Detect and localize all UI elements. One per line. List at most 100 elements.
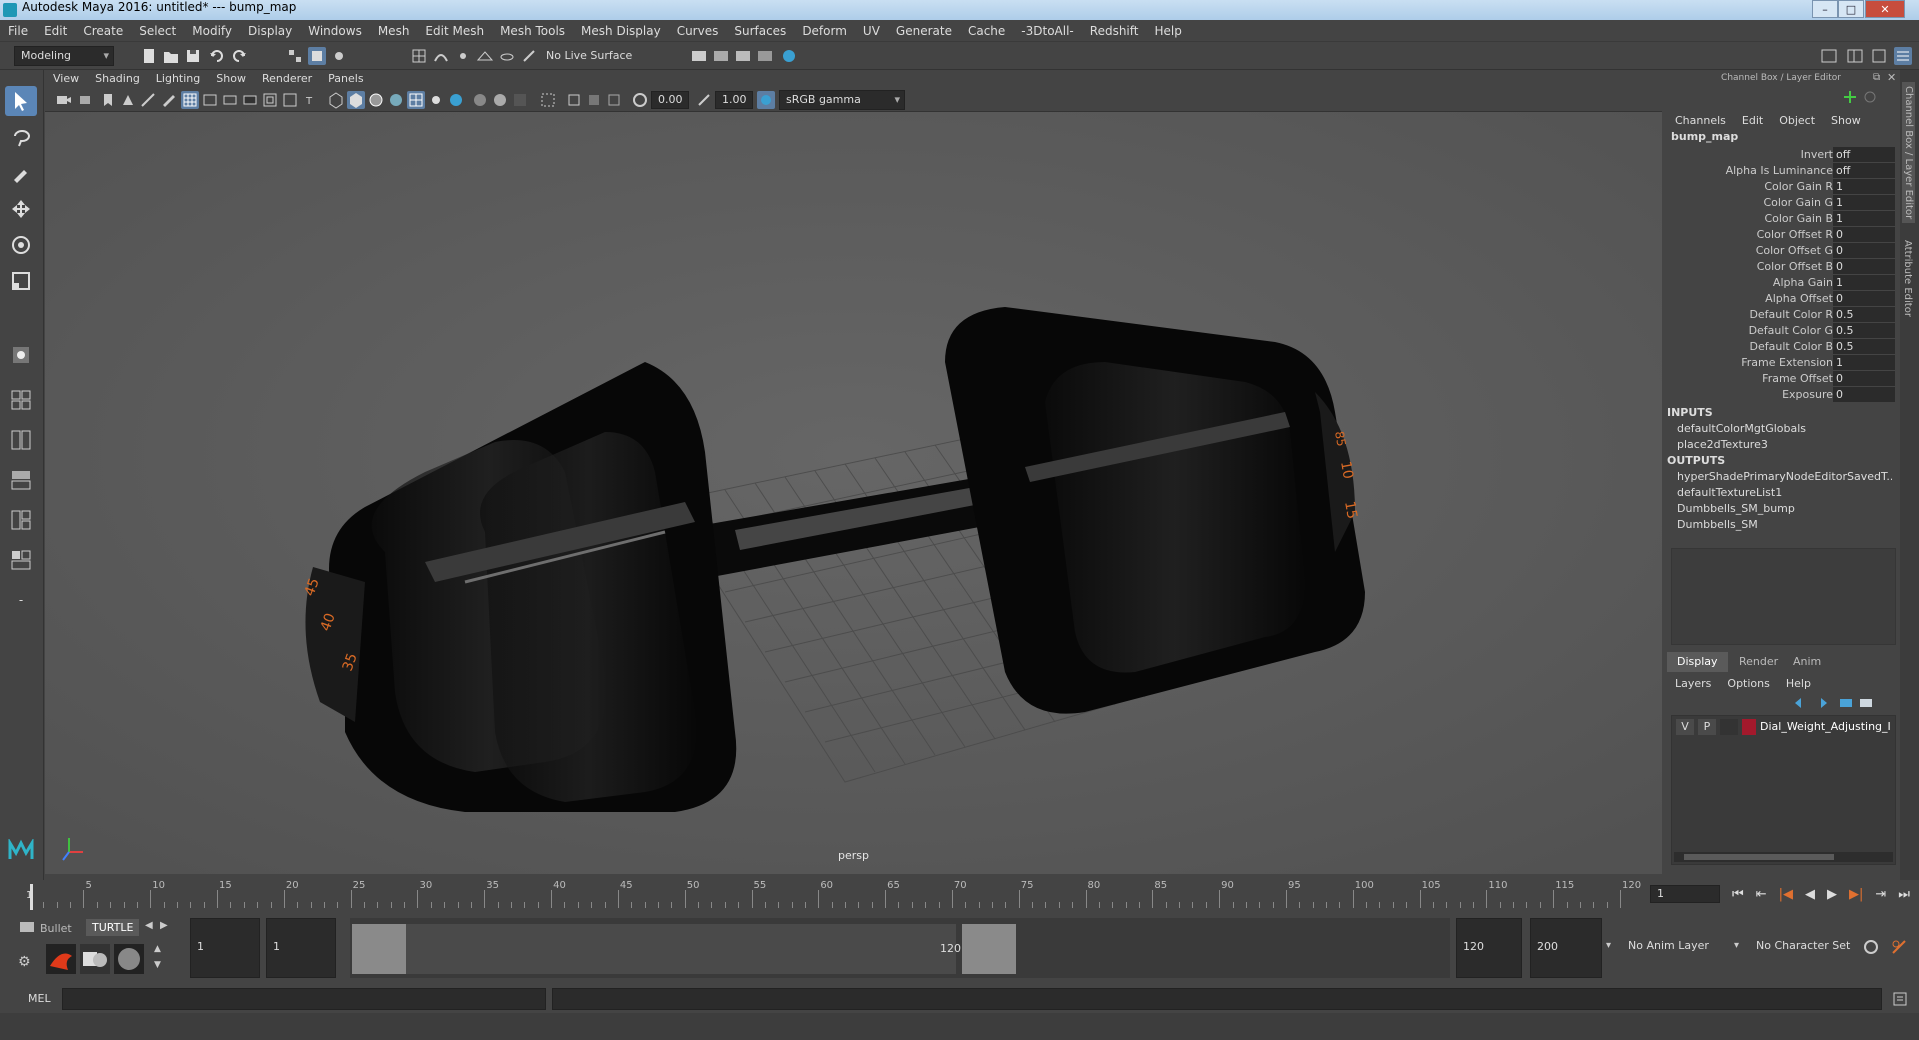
textured-icon[interactable] xyxy=(387,91,405,109)
range-options-chevron-icon[interactable]: ▾ xyxy=(1606,940,1611,951)
shelf-down-icon[interactable]: ▼ xyxy=(154,960,161,970)
menu-display[interactable]: Display xyxy=(240,20,300,42)
shelf-tab-bullet[interactable]: Bullet xyxy=(40,922,72,935)
playback-end-field[interactable]: 120 xyxy=(1456,918,1522,978)
command-language-label[interactable]: MEL xyxy=(28,992,51,1005)
menu-help[interactable]: Help xyxy=(1146,20,1189,42)
manipulator-icon[interactable] xyxy=(1843,90,1857,104)
speed-icon[interactable] xyxy=(1863,90,1877,104)
render-view-icon[interactable] xyxy=(756,47,774,65)
hypershade-layout-icon[interactable] xyxy=(5,545,37,575)
close-panel-icon[interactable]: ✕ xyxy=(1887,71,1896,84)
soft-modification-icon[interactable] xyxy=(5,340,37,370)
ipr-render-icon[interactable] xyxy=(734,47,752,65)
paint-select-tool-icon[interactable] xyxy=(5,158,37,188)
menu-mesh[interactable]: Mesh xyxy=(370,20,418,42)
more-layouts-icon[interactable]: - xyxy=(5,585,37,615)
layer-display-type-toggle[interactable] xyxy=(1720,719,1738,735)
turtle-render-icon[interactable] xyxy=(46,944,76,974)
perspective-viewport[interactable]: 40 35 45 10 15 85 persp xyxy=(45,112,1662,874)
attr-value[interactable]: off xyxy=(1833,147,1895,162)
exposure-icon[interactable] xyxy=(631,91,649,109)
attr-color-gain-g[interactable]: Color Gain G1 xyxy=(1663,195,1899,211)
close-button[interactable]: ✕ xyxy=(1865,0,1905,18)
resolution-gate-icon[interactable] xyxy=(221,91,239,109)
menu-redshift[interactable]: Redshift xyxy=(1082,20,1147,42)
open-scene-icon[interactable] xyxy=(162,47,180,65)
gate-mask-icon[interactable] xyxy=(241,91,259,109)
attr-frame-offset[interactable]: Frame Offset 0 xyxy=(1663,371,1899,387)
toggle-panels-icon[interactable] xyxy=(1846,47,1864,65)
move-layer-up-icon[interactable] xyxy=(1793,696,1809,710)
anim-layer-chevron-icon[interactable]: ▾ xyxy=(1734,940,1739,951)
use-all-lights-icon[interactable] xyxy=(407,91,425,109)
attr-value[interactable]: 0.5 xyxy=(1833,323,1895,338)
camera-icon[interactable] xyxy=(55,91,73,109)
vp-menu-panels[interactable]: Panels xyxy=(320,70,371,88)
vp-menu-renderer[interactable]: Renderer xyxy=(254,70,320,88)
2d-pan-zoom-icon[interactable] xyxy=(139,91,157,109)
camera-attributes-icon[interactable] xyxy=(77,91,95,109)
shelf-scroll-left-icon[interactable]: ◀ xyxy=(145,920,153,931)
attr-default-color-b[interactable]: Default Color B 0.5 xyxy=(1663,339,1899,355)
attr-color-gain-r[interactable]: Color Gain R1 xyxy=(1663,179,1899,195)
menu-deform[interactable]: Deform xyxy=(794,20,855,42)
two-pane-layout-icon[interactable] xyxy=(5,425,37,455)
lasso-tool-icon[interactable] xyxy=(5,122,37,152)
go-to-start-icon[interactable]: ⏮ xyxy=(1732,887,1744,902)
mode-dropdown[interactable]: Modeling ▾ xyxy=(14,46,114,66)
animation-preferences-icon[interactable] xyxy=(1890,938,1908,956)
render-settings-icon[interactable] xyxy=(690,47,708,65)
tab-channel-box-layer-editor[interactable]: Channel Box / Layer Editor xyxy=(1902,82,1915,224)
outliner-layout-icon[interactable] xyxy=(5,465,37,495)
layer-color-swatch[interactable] xyxy=(1742,719,1756,735)
gamma-icon[interactable] xyxy=(695,91,713,109)
attr-color-offset-g[interactable]: Color Offset G0 xyxy=(1663,243,1899,259)
menu-uv[interactable]: UV xyxy=(855,20,888,42)
step-forward-key-icon[interactable]: ⇥ xyxy=(1875,887,1886,902)
attr-value[interactable]: 0.5 xyxy=(1833,307,1895,322)
multisample-aa-icon[interactable] xyxy=(491,91,509,109)
current-frame-field[interactable]: 1 xyxy=(1650,885,1720,903)
gamma-field[interactable]: 1.00 xyxy=(715,91,753,109)
attr-value[interactable]: 1 xyxy=(1833,179,1895,194)
menu-modify[interactable]: Modify xyxy=(184,20,240,42)
attr-color-gain-b[interactable]: Color Gain B1 xyxy=(1663,211,1899,227)
shelf-scroll-right-icon[interactable]: ▶ xyxy=(160,920,168,931)
vp-menu-show[interactable]: Show xyxy=(208,70,254,88)
menu-mesh-tools[interactable]: Mesh Tools xyxy=(492,20,573,42)
layer-name[interactable]: Dial_Weight_Adjusting_I xyxy=(1760,720,1890,733)
layer-horizontal-scrollbar[interactable] xyxy=(1674,852,1893,862)
menu-create[interactable]: Create xyxy=(75,20,131,42)
menu-file[interactable]: File xyxy=(0,20,36,42)
snap-curve-icon[interactable] xyxy=(432,47,450,65)
menu-options[interactable]: Options xyxy=(1719,677,1777,690)
undo-icon[interactable] xyxy=(208,47,226,65)
menu-edit[interactable]: Edit xyxy=(36,20,75,42)
ambient-occlusion-icon[interactable] xyxy=(447,91,465,109)
xray-icon[interactable] xyxy=(565,91,583,109)
attr-alpha-gain[interactable]: Alpha Gain 1 xyxy=(1663,275,1899,291)
attr-alpha-is-luminance[interactable]: Alpha Is Luminance off xyxy=(1663,163,1899,179)
menu-curves[interactable]: Curves xyxy=(669,20,727,42)
workspace-layout-icon[interactable] xyxy=(1820,47,1838,65)
redo-icon[interactable] xyxy=(230,47,248,65)
attr-invert[interactable]: Invert off xyxy=(1663,147,1899,163)
attr-value[interactable]: off xyxy=(1833,163,1895,178)
script-editor-icon[interactable] xyxy=(1892,991,1908,1007)
exposure-field[interactable]: 0.00 xyxy=(651,91,689,109)
layer-visibility-toggle[interactable]: V xyxy=(1676,719,1694,735)
save-scene-icon[interactable] xyxy=(184,47,202,65)
layer-row[interactable]: V P Dial_Weight_Adjusting_I xyxy=(1674,718,1893,736)
graph-editor-layout-icon[interactable] xyxy=(5,505,37,535)
new-layer-selected-icon[interactable] xyxy=(1838,696,1854,710)
scrollbar-thumb[interactable] xyxy=(1684,854,1834,860)
hypershade-icon[interactable] xyxy=(780,47,798,65)
snap-grid-icon[interactable] xyxy=(410,47,428,65)
vp-menu-shading[interactable]: Shading xyxy=(87,70,148,88)
select-tool-icon[interactable] xyxy=(5,86,37,116)
range-end-handle[interactable] xyxy=(962,924,1016,974)
step-back-key-icon[interactable]: ⇤ xyxy=(1756,887,1767,902)
attr-default-color-g[interactable]: Default Color G 0.5 xyxy=(1663,323,1899,339)
go-to-end-icon[interactable]: ⏭ xyxy=(1898,887,1910,902)
